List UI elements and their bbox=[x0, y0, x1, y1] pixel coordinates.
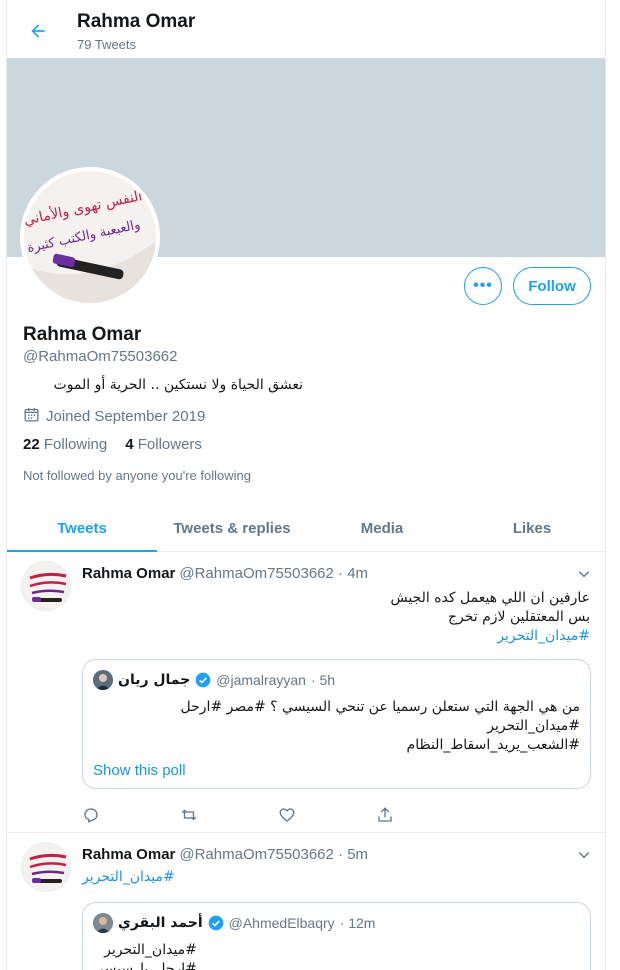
joined-label: Joined September 2019 bbox=[46, 408, 206, 425]
top-bar: Rahma Omar 79 Tweets bbox=[7, 0, 605, 58]
profile-bio: نعشق الحياة ولا نستكين .. الحرية أو المو… bbox=[53, 377, 303, 393]
tab-tweets-replies[interactable]: Tweets & replies bbox=[157, 505, 307, 551]
tweet-header: Rahma Omar @RahmaOm75503662 · 4m bbox=[82, 565, 368, 582]
followers-count: 4 bbox=[125, 436, 134, 453]
tweet-header: Rahma Omar @RahmaOm75503662 · 5m bbox=[82, 846, 368, 863]
tweet-text: عارفين ان اللي هيعمل كده الجيش بس المعتق… bbox=[82, 589, 590, 646]
tweet-avatar[interactable] bbox=[21, 842, 71, 892]
followers-link[interactable]: 4 Followers bbox=[125, 436, 202, 453]
tweet-actions bbox=[82, 805, 474, 825]
tweet-time[interactable]: · 5m bbox=[338, 846, 368, 863]
quote-header: جمال ريان @jamalrayyan · 5h bbox=[93, 670, 335, 690]
quote-time: · 5h bbox=[310, 672, 336, 688]
followers-label: Followers bbox=[137, 436, 202, 453]
tab-media[interactable]: Media bbox=[307, 505, 457, 551]
hashtag-link[interactable]: #ميدان_التحرير bbox=[82, 868, 175, 887]
quote-line: #ميدان_التحرير bbox=[104, 942, 197, 958]
tab-likes[interactable]: Likes bbox=[457, 505, 605, 551]
not-followed-note: Not followed by anyone you're following bbox=[23, 468, 251, 483]
quote-author-name: جمال ريان bbox=[118, 672, 191, 688]
following-label: Following bbox=[43, 436, 108, 453]
tweet-author-name[interactable]: Rahma Omar bbox=[82, 846, 175, 863]
tweet-avatar[interactable] bbox=[21, 561, 71, 611]
quote-line: #الشعب_يريد_اسقاط_النظام bbox=[406, 737, 580, 753]
arrow-left-icon[interactable] bbox=[25, 18, 51, 44]
chevron-down-icon[interactable] bbox=[577, 848, 591, 862]
quoted-tweet[interactable]: أحمد البقري @AhmedElbaqry · 12m #ميدان_ا… bbox=[82, 902, 591, 970]
share-icon[interactable] bbox=[376, 805, 474, 825]
profile-avatar[interactable]: النفس تهوى والأماني جمة والعبعبة والكتب … bbox=[20, 167, 160, 307]
following-count: 22 bbox=[23, 436, 40, 453]
tweet-count: 79 Tweets bbox=[77, 37, 137, 52]
follow-button[interactable]: Follow bbox=[513, 267, 591, 305]
hashtag-link[interactable]: #ميدان_التحرير bbox=[82, 627, 590, 646]
quote-author-name: أحمد البقري bbox=[118, 915, 203, 931]
quote-line: #ميدان_التحرير bbox=[487, 718, 580, 734]
calendar-icon bbox=[23, 406, 40, 427]
follow-stats: 22 Following 4 Followers bbox=[23, 436, 202, 453]
verified-badge-icon bbox=[195, 672, 211, 688]
quote-text: #ميدان_التحرير #ارحل_يا_سيسي bbox=[93, 941, 197, 970]
tweet-item[interactable]: Rahma Omar @RahmaOm75503662 · 4m عارفين ا… bbox=[7, 553, 605, 833]
retweet-icon[interactable] bbox=[180, 805, 278, 825]
tweet-line: عارفين ان اللي هيعمل كده الجيش bbox=[390, 590, 590, 606]
quote-author-handle: @jamalrayyan bbox=[216, 672, 306, 688]
quote-line: #ارحل_يا_سيسي bbox=[93, 961, 197, 970]
tweet-author-name[interactable]: Rahma Omar bbox=[82, 565, 175, 582]
tweet-author-handle[interactable]: @RahmaOm75503662 bbox=[179, 565, 333, 582]
header-name: Rahma Omar bbox=[77, 11, 196, 32]
show-poll-link[interactable]: Show this poll bbox=[93, 762, 186, 779]
chevron-down-icon[interactable] bbox=[577, 567, 591, 581]
profile-page: Rahma Omar 79 Tweets النفس تهوى والأماني… bbox=[6, 0, 606, 970]
following-link[interactable]: 22 Following bbox=[23, 436, 107, 453]
quote-header: أحمد البقري @AhmedElbaqry · 12m bbox=[93, 913, 375, 933]
profile-name: Rahma Omar bbox=[23, 324, 142, 345]
like-icon[interactable] bbox=[278, 805, 376, 825]
joined-date: Joined September 2019 bbox=[23, 406, 205, 427]
quote-author-handle: @AhmedElbaqry bbox=[228, 915, 335, 931]
tweet-line: بس المعتقلين لازم تخرج bbox=[447, 609, 590, 625]
reply-icon[interactable] bbox=[82, 805, 180, 825]
tweet-author-handle[interactable]: @RahmaOm75503662 bbox=[179, 846, 333, 863]
tweet-time[interactable]: · 4m bbox=[338, 565, 368, 582]
tweet-item[interactable]: Rahma Omar @RahmaOm75503662 · 5m #ميدان_ا… bbox=[7, 834, 605, 970]
tab-tweets[interactable]: Tweets bbox=[7, 505, 157, 552]
quote-avatar bbox=[93, 913, 113, 933]
quote-avatar bbox=[93, 670, 113, 690]
more-options-button[interactable]: ••• bbox=[464, 267, 502, 305]
profile-tabs: Tweets Tweets & replies Media Likes bbox=[7, 505, 605, 552]
quote-text: من هي الجهة التي ستعلن رسميا عن تنحي الس… bbox=[93, 698, 580, 755]
quoted-tweet[interactable]: جمال ريان @jamalrayyan · 5h من هي الجهة … bbox=[82, 659, 591, 789]
quote-line: من هي الجهة التي ستعلن رسميا عن تنحي الس… bbox=[180, 699, 580, 715]
quote-time: · 12m bbox=[339, 915, 376, 931]
profile-handle: @RahmaOm75503662 bbox=[23, 348, 178, 365]
verified-badge-icon bbox=[208, 915, 224, 931]
